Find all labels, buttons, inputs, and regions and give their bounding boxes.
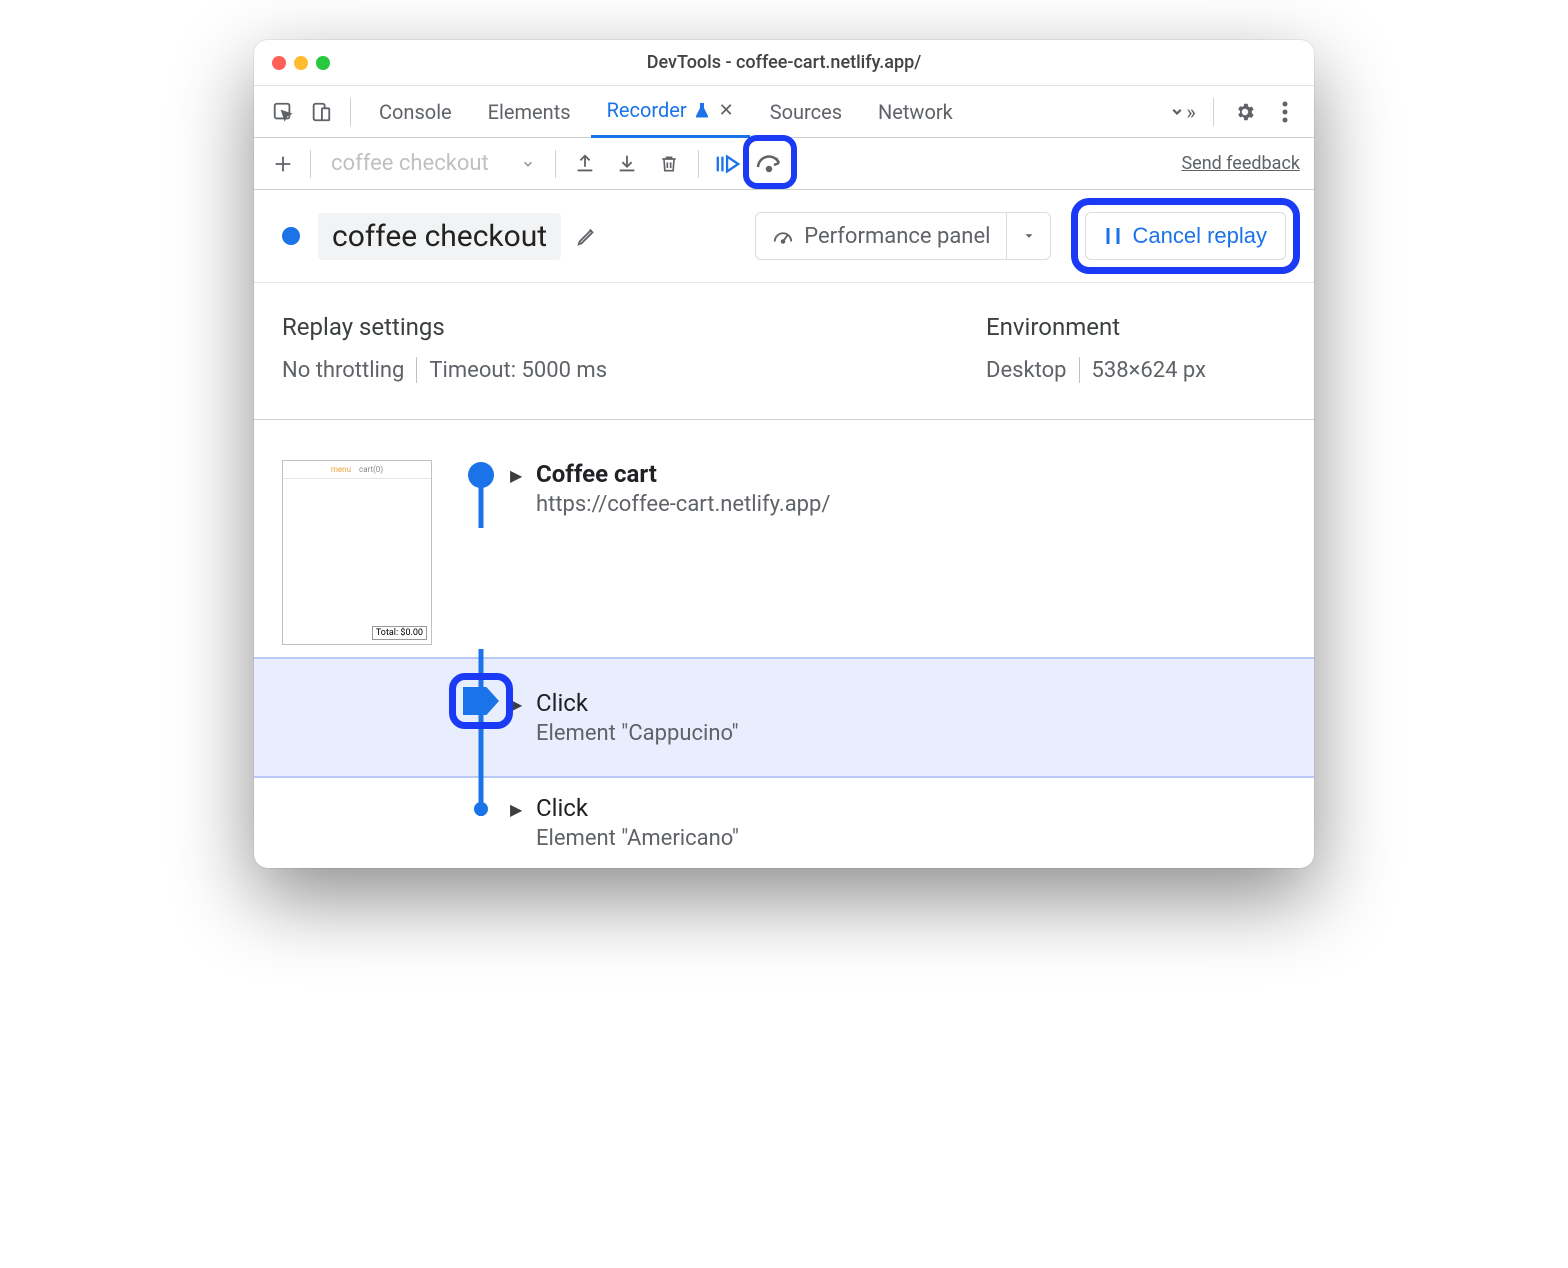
step-over-icon[interactable] bbox=[753, 147, 787, 181]
recording-header: coffee checkout Performance panel Cance bbox=[254, 190, 1314, 283]
traffic-lights bbox=[272, 56, 330, 70]
thumb-total: Total: $0.00 bbox=[372, 626, 427, 640]
expand-step-icon[interactable]: ▶ bbox=[510, 800, 526, 819]
separator bbox=[1213, 98, 1214, 126]
titlebar: DevTools - coffee-cart.netlify.app/ bbox=[254, 40, 1314, 86]
tab-label: Sources bbox=[770, 100, 842, 124]
settings-row: Replay settings No throttling Timeout: 5… bbox=[254, 283, 1314, 420]
timeout-value[interactable]: Timeout: 5000 ms bbox=[429, 358, 607, 383]
environment-dimensions: 538×624 px bbox=[1092, 358, 1207, 383]
tab-network[interactable]: Network bbox=[862, 86, 969, 138]
tabstrip: Console Elements Recorder ✕ Sources Netw… bbox=[254, 86, 1314, 138]
more-tabs-icon[interactable]: » bbox=[1165, 95, 1199, 129]
replay-settings-section: Replay settings No throttling Timeout: 5… bbox=[282, 313, 946, 383]
separator bbox=[350, 98, 351, 126]
step-title: Click bbox=[536, 689, 739, 717]
steps-area: menu cart(0) Total: $0.00 ▶ Coffee cart … bbox=[254, 420, 1314, 868]
tab-recorder[interactable]: Recorder ✕ bbox=[591, 86, 750, 138]
performance-panel-button[interactable]: Performance panel bbox=[755, 212, 1007, 260]
recording-select-value: coffee checkout bbox=[331, 151, 489, 176]
performance-panel-label: Performance panel bbox=[804, 224, 990, 249]
recording-status-dot-icon bbox=[282, 227, 300, 245]
recording-name-group: coffee checkout bbox=[318, 213, 601, 260]
recording-select[interactable]: coffee checkout bbox=[323, 151, 543, 176]
recorder-toolbar: coffee checkout Send feedback bbox=[254, 138, 1314, 190]
expand-step-icon[interactable]: ▶ bbox=[510, 695, 526, 714]
step-row-current[interactable]: ▶ Click Element "Cappucino" bbox=[254, 657, 1314, 778]
current-step-arrow-icon bbox=[463, 687, 499, 715]
step-subtitle: Element "Cappucino" bbox=[536, 721, 739, 746]
replay-settings-title: Replay settings bbox=[282, 313, 946, 341]
close-window-button[interactable] bbox=[272, 56, 286, 70]
environment-title: Environment bbox=[986, 313, 1286, 341]
separator bbox=[1079, 357, 1080, 383]
separator bbox=[555, 150, 556, 178]
separator bbox=[310, 150, 311, 178]
delete-icon[interactable] bbox=[652, 147, 686, 181]
recording-name[interactable]: coffee checkout bbox=[318, 213, 561, 260]
step-title: Click bbox=[536, 794, 739, 822]
tab-sources[interactable]: Sources bbox=[754, 86, 858, 138]
tab-label: Elements bbox=[488, 100, 571, 124]
chevron-down-icon bbox=[521, 157, 535, 171]
cancel-replay-button[interactable]: Cancel replay bbox=[1085, 212, 1286, 260]
edit-name-icon[interactable] bbox=[573, 222, 601, 250]
pause-icon bbox=[1104, 226, 1122, 246]
step-row[interactable]: menu cart(0) Total: $0.00 ▶ Coffee cart … bbox=[254, 448, 1314, 657]
environment-device: Desktop bbox=[986, 358, 1067, 383]
devtools-window: DevTools - coffee-cart.netlify.app/ Cons… bbox=[254, 40, 1314, 868]
separator bbox=[416, 357, 417, 383]
performance-panel-select: Performance panel bbox=[755, 212, 1051, 260]
step-subtitle: Element "Americano" bbox=[536, 826, 739, 851]
settings-gear-icon[interactable] bbox=[1228, 95, 1262, 129]
cancel-replay-label: Cancel replay bbox=[1132, 223, 1267, 249]
kebab-menu-icon[interactable] bbox=[1268, 95, 1302, 129]
inspect-element-icon[interactable] bbox=[266, 95, 300, 129]
maximize-window-button[interactable] bbox=[316, 56, 330, 70]
timeline-node-icon bbox=[468, 462, 494, 488]
export-icon[interactable] bbox=[568, 147, 602, 181]
step-subtitle: https://coffee-cart.netlify.app/ bbox=[536, 492, 830, 517]
minimize-window-button[interactable] bbox=[294, 56, 308, 70]
tab-label: Network bbox=[878, 100, 953, 124]
device-toggle-icon[interactable] bbox=[304, 95, 338, 129]
tab-console[interactable]: Console bbox=[363, 86, 468, 138]
import-icon[interactable] bbox=[610, 147, 644, 181]
step-title: Coffee cart bbox=[536, 460, 830, 488]
step-replay-icon[interactable] bbox=[711, 147, 745, 181]
separator bbox=[698, 150, 699, 178]
window-title: DevTools - coffee-cart.netlify.app/ bbox=[647, 52, 922, 73]
close-tab-icon[interactable]: ✕ bbox=[719, 100, 734, 121]
new-recording-icon[interactable] bbox=[268, 149, 298, 179]
thumb-nav-2: cart(0) bbox=[359, 465, 383, 474]
expand-step-icon[interactable]: ▶ bbox=[510, 466, 526, 485]
experiment-icon bbox=[695, 102, 709, 118]
timeline-node-icon bbox=[474, 802, 488, 816]
thumb-nav-1: menu bbox=[331, 465, 351, 474]
throttling-value[interactable]: No throttling bbox=[282, 358, 404, 383]
tab-elements[interactable]: Elements bbox=[472, 86, 587, 138]
tab-label: Recorder bbox=[607, 98, 687, 122]
environment-section: Environment Desktop 538×624 px bbox=[986, 313, 1286, 383]
performance-panel-dropdown[interactable] bbox=[1007, 212, 1051, 260]
send-feedback-link[interactable]: Send feedback bbox=[1181, 153, 1300, 174]
gauge-icon bbox=[772, 225, 794, 247]
step-row[interactable]: ▶ Click Element "Americano" bbox=[254, 778, 1314, 868]
tab-label: Console bbox=[379, 100, 452, 124]
page-thumbnail: menu cart(0) Total: $0.00 bbox=[282, 460, 432, 645]
